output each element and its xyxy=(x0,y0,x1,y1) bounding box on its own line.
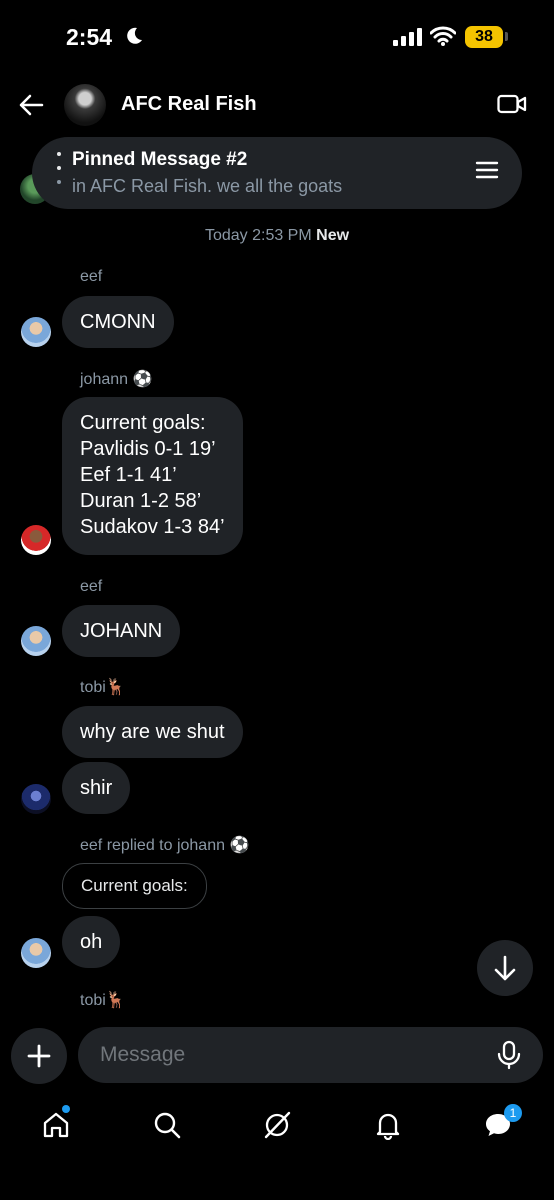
moon-icon xyxy=(127,27,142,44)
pinned-text: in AFC Real Fish. we all the goats xyxy=(72,176,343,196)
avatar-johann[interactable] xyxy=(21,525,51,555)
sender-name: eef xyxy=(80,268,103,285)
message-bubble[interactable]: oh xyxy=(62,916,121,968)
back-arrow-icon[interactable] xyxy=(18,92,44,118)
message-bubble[interactable]: JOHANN xyxy=(62,605,181,657)
message-bubble[interactable]: Current goals: Pavlidis 0-1 19’ Eef 1-1 … xyxy=(62,397,243,555)
group-title[interactable]: AFC Real Fish xyxy=(121,93,257,116)
avatar-eef[interactable] xyxy=(21,938,51,968)
pinned-message-bar[interactable] xyxy=(32,137,522,209)
plus-icon xyxy=(27,1044,51,1068)
message-bubble[interactable]: why are we shut xyxy=(62,706,243,758)
bell-icon[interactable] xyxy=(373,1110,403,1140)
home-notification-dot xyxy=(62,1105,70,1113)
avatar-eef[interactable] xyxy=(21,317,51,347)
pinned-title: Pinned Message #2 xyxy=(72,149,248,170)
home-icon[interactable] xyxy=(41,1110,71,1140)
menu-icon[interactable] xyxy=(475,160,499,180)
signal-icon xyxy=(393,28,422,46)
sender-name: johann ⚽ xyxy=(80,371,153,388)
message-line: Current goals: xyxy=(80,412,206,434)
reply-context: eef replied to johann ⚽ xyxy=(80,837,250,854)
scroll-to-bottom-button[interactable] xyxy=(477,940,533,996)
sender-name: tobi🦌 xyxy=(80,679,126,696)
group-avatar[interactable] xyxy=(64,84,106,126)
avatar-eef[interactable] xyxy=(21,626,51,656)
grok-icon[interactable] xyxy=(262,1110,292,1140)
quoted-message[interactable]: Current goals: xyxy=(62,863,207,909)
mic-icon[interactable] xyxy=(496,1040,522,1070)
messages-badge: 1 xyxy=(504,1104,522,1122)
message-input[interactable] xyxy=(78,1027,543,1083)
pinned-pagination xyxy=(56,152,62,194)
message-line: Pavlidis 0-1 19’ xyxy=(80,438,216,460)
message-bubble[interactable]: shir xyxy=(62,762,131,814)
battery-nub xyxy=(505,32,508,41)
battery-level: 38 xyxy=(465,26,503,48)
timestamp-divider: Today 2:53 PM New xyxy=(0,227,554,245)
new-tag: New xyxy=(316,227,350,244)
sender-name: tobi🦌 xyxy=(80,992,126,1009)
timestamp-text: Today 2:53 PM xyxy=(204,227,312,244)
video-icon[interactable] xyxy=(497,93,527,115)
message-line: Eef 1-1 41’ xyxy=(80,464,177,486)
arrow-down-icon xyxy=(494,955,516,981)
message-bubble[interactable]: CMONN xyxy=(62,296,174,348)
avatar-tobi[interactable] xyxy=(21,784,51,814)
sender-name: eef xyxy=(80,578,103,595)
message-line: Sudakov 1-3 84’ xyxy=(80,516,225,538)
search-icon[interactable] xyxy=(152,1110,182,1140)
add-attachment-button[interactable] xyxy=(11,1028,67,1084)
message-line: Duran 1-2 58’ xyxy=(80,490,202,512)
status-time: 2:54 xyxy=(66,24,113,50)
wifi-icon xyxy=(430,26,456,46)
